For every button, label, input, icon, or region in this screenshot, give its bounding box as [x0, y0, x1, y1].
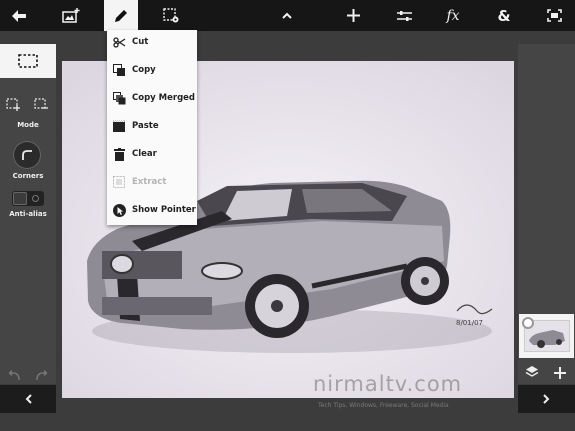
- add-selection-icon[interactable]: [6, 96, 21, 115]
- rect-select-tool[interactable]: [0, 44, 56, 78]
- edit-dropdown-menu: Cut Copy Copy Merged Paste Clear Extract…: [107, 30, 197, 225]
- ampersand-icon[interactable]: &: [487, 0, 521, 31]
- pointer-icon: [112, 203, 126, 217]
- mode-label: Mode: [17, 121, 39, 129]
- top-toolbar: fx &: [0, 0, 575, 31]
- redo-icon[interactable]: [35, 366, 48, 385]
- menu-item-copy-merged[interactable]: Copy Merged: [107, 86, 197, 110]
- move-cross-icon[interactable]: [336, 0, 370, 31]
- chevron-left-icon: [25, 394, 32, 404]
- menu-item-paste[interactable]: Paste: [107, 114, 197, 138]
- menu-item-label: Show Pointer: [132, 205, 196, 215]
- menu-item-label: Paste: [132, 121, 159, 131]
- layer-thumbnail[interactable]: [519, 314, 574, 358]
- chevron-up-icon[interactable]: [270, 0, 304, 31]
- back-arrow-icon[interactable]: [2, 0, 36, 31]
- subtract-selection-icon[interactable]: [34, 96, 49, 115]
- add-layer-icon[interactable]: [554, 364, 566, 383]
- paste-icon: [112, 119, 126, 133]
- menu-item-show-pointer[interactable]: Show Pointer: [107, 198, 197, 222]
- menu-item-clear[interactable]: Clear: [107, 142, 197, 166]
- menu-item-label: Copy Merged: [132, 93, 196, 103]
- corners-label: Corners: [12, 172, 44, 180]
- adjustments-icon[interactable]: [387, 0, 421, 31]
- menu-item-label: Clear: [132, 149, 157, 159]
- collapse-right-panel-button[interactable]: [518, 385, 575, 413]
- scissors-icon: [112, 35, 126, 49]
- undo-icon[interactable]: [8, 366, 21, 385]
- add-image-icon[interactable]: [54, 0, 88, 31]
- svg-text:8/01/07: 8/01/07: [456, 319, 483, 327]
- fullscreen-icon[interactable]: [537, 0, 571, 31]
- antialias-toggle[interactable]: [12, 191, 44, 206]
- fx-icon[interactable]: fx: [436, 0, 470, 31]
- layers-icon[interactable]: [525, 364, 539, 383]
- watermark-tagline: Tech Tips, Windows, Freeware, Social Med…: [318, 402, 449, 409]
- menu-item-label: Extract: [132, 177, 167, 187]
- antialias-label: Anti-alias: [9, 210, 47, 218]
- copy-merged-icon: [112, 91, 126, 105]
- chevron-right-icon: [543, 394, 550, 404]
- selection-settings-icon[interactable]: [154, 0, 188, 31]
- corners-icon[interactable]: [13, 141, 41, 169]
- copy-icon: [112, 63, 126, 77]
- menu-item-extract: Extract: [107, 170, 197, 194]
- right-layers-panel: [518, 44, 575, 384]
- pencil-icon[interactable]: [104, 0, 138, 31]
- menu-item-cut[interactable]: Cut: [107, 30, 197, 54]
- left-tool-panel: Mode Corners Anti-alias: [0, 44, 56, 384]
- menu-item-copy[interactable]: Copy: [107, 58, 197, 82]
- extract-icon: [112, 175, 126, 189]
- menu-item-label: Cut: [132, 37, 149, 47]
- collapse-left-panel-button[interactable]: [0, 385, 56, 413]
- trash-icon: [112, 147, 126, 161]
- menu-item-label: Copy: [132, 65, 156, 75]
- watermark-site: nirmaltv.com: [313, 372, 463, 396]
